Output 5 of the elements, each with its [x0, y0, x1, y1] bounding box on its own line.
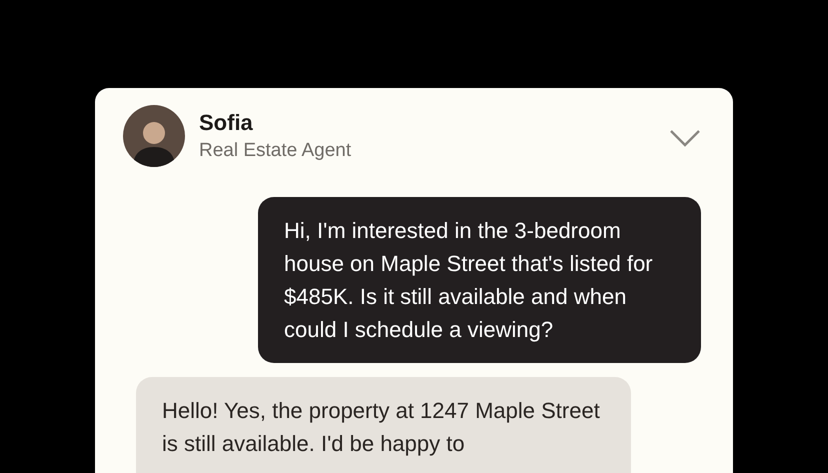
chevron-icon[interactable] [669, 129, 701, 147]
user-message: Hi, I'm interested in the 3-bedroom house on Maple Street that's listed for $485K. Is it still available and when could I schedule a viewing? [258, 197, 701, 363]
agent-message: Hello! Yes, the property at 1247 Maple Street is still available. I'd be happy to [136, 377, 631, 473]
contact-role: Real Estate Agent [199, 140, 352, 162]
contact-name: Sofia [199, 110, 254, 136]
